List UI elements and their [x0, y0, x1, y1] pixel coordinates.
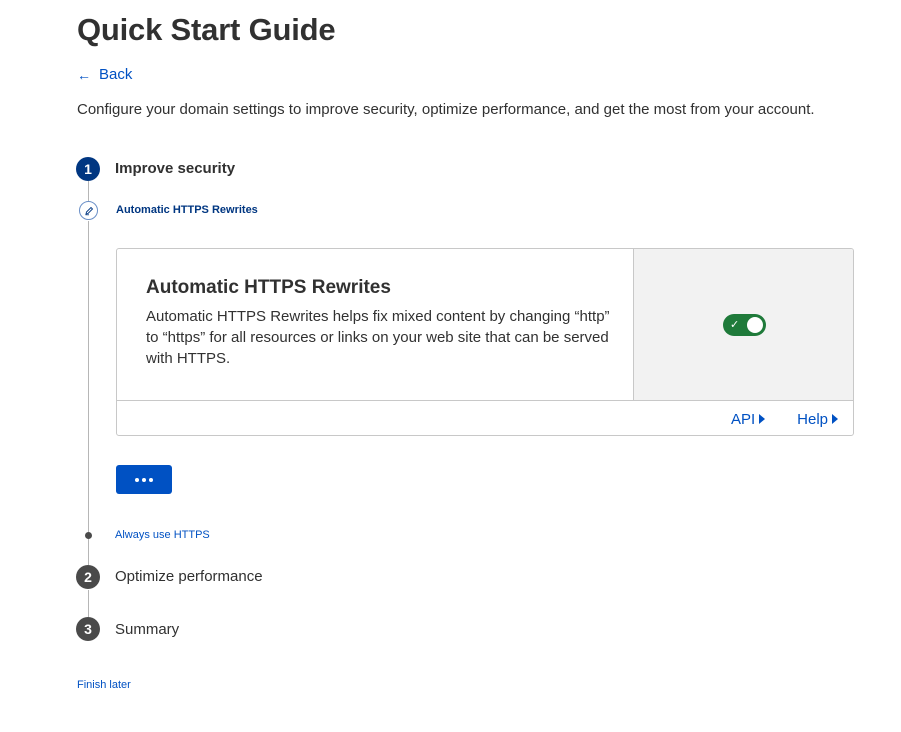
step-2-badge: 2 [76, 565, 100, 589]
step-connector [88, 181, 89, 201]
substep-next-link[interactable]: Always use HTTPS [115, 529, 210, 541]
more-options-button[interactable] [116, 465, 172, 494]
step-1-title[interactable]: Improve security [115, 160, 235, 177]
check-icon: ✓ [730, 318, 740, 331]
setting-card-control: ✓ [633, 249, 853, 400]
finish-later-link[interactable]: Finish later [77, 679, 131, 691]
step-3-title[interactable]: Summary [115, 621, 179, 638]
back-label: Back [99, 66, 133, 83]
help-link[interactable]: Help [797, 411, 838, 428]
step-connector [88, 539, 89, 565]
intro-text: Configure your domain settings to improv… [77, 101, 815, 118]
https-rewrites-toggle[interactable]: ✓ [723, 313, 766, 336]
substep-current-label: Automatic HTTPS Rewrites [116, 204, 258, 216]
substep-dot [85, 532, 92, 539]
caret-right-icon [759, 414, 766, 424]
caret-right-icon [832, 414, 838, 424]
back-link[interactable]: ← Back [77, 66, 132, 83]
setting-card-description: Automatic HTTPS Rewrites helps fix mixed… [146, 308, 610, 367]
step-2-title[interactable]: Optimize performance [115, 568, 263, 585]
setting-card: Automatic HTTPS Rewrites Automatic HTTPS… [116, 248, 854, 436]
pencil-icon [79, 201, 98, 220]
page-title: Quick Start Guide [77, 12, 336, 47]
ellipsis-icon [149, 477, 153, 482]
step-connector [88, 590, 89, 617]
step-connector [88, 221, 89, 532]
setting-card-footer: API Help [117, 400, 853, 435]
step-1-badge: 1 [76, 157, 100, 181]
setting-card-title: Automatic HTTPS Rewrites [146, 277, 391, 298]
ellipsis-icon [135, 477, 139, 482]
ellipsis-icon [142, 477, 146, 482]
step-3-badge: 3 [76, 617, 100, 641]
api-link[interactable]: API [731, 411, 766, 428]
setting-card-body: Automatic HTTPS Rewrites Automatic HTTPS… [117, 249, 633, 400]
toggle-knob [747, 316, 763, 333]
back-arrow-icon: ← [77, 66, 91, 83]
